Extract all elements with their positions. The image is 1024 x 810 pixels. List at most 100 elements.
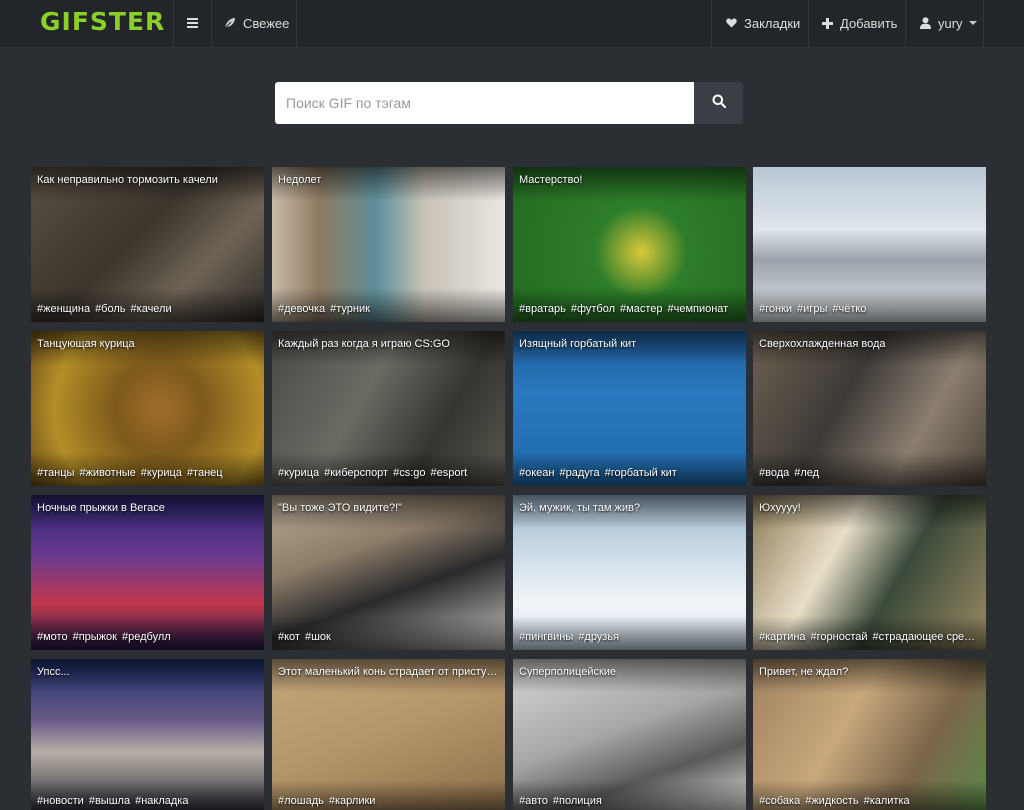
gif-title: Этот маленький конь страдает от приступо… bbox=[278, 666, 499, 678]
tag-link[interactable]: #качели bbox=[131, 303, 172, 315]
tag-link[interactable]: #футбол bbox=[571, 303, 615, 315]
tag-link[interactable]: #горностай bbox=[811, 631, 868, 643]
tag-link[interactable]: #турник bbox=[330, 303, 370, 315]
tag-link[interactable]: #пингвины bbox=[519, 631, 573, 643]
gif-card[interactable]: Изящный горбатый кит #океан #радуга #горба… bbox=[513, 331, 746, 486]
tag-link[interactable]: #кот bbox=[278, 631, 300, 643]
tag-link[interactable]: #вода bbox=[759, 467, 789, 479]
tag-link[interactable]: #картина bbox=[759, 631, 806, 643]
tag-link[interactable]: #курица bbox=[278, 467, 319, 479]
tag-link[interactable]: #вратарь bbox=[519, 303, 566, 315]
gif-title: Эй, мужик, ты там жив? bbox=[519, 502, 641, 514]
nav-bookmarks-link[interactable]: Закладки bbox=[711, 0, 809, 46]
gif-title: Суперполицейские bbox=[519, 666, 617, 678]
tag-link[interactable]: #лошадь bbox=[278, 795, 324, 807]
search-button[interactable] bbox=[694, 82, 743, 124]
tag-link[interactable]: #океан bbox=[519, 467, 554, 479]
gif-card[interactable]: Упсс... #новости #вышла #накладка bbox=[31, 659, 264, 810]
gif-tags: #лошадь #карлики bbox=[278, 795, 499, 807]
gif-card[interactable]: Как неправильно тормозить качели #женщин… bbox=[31, 167, 264, 322]
tag-link[interactable]: #жидкость bbox=[805, 795, 858, 807]
gif-card[interactable]: "Вы тоже ЭТО видите?!" #кот #шок bbox=[272, 495, 505, 650]
tag-link[interactable]: #гонки bbox=[759, 303, 792, 315]
gif-tags: #вода #лед bbox=[759, 467, 980, 479]
tag-link[interactable]: #страдающее средневековье bbox=[873, 631, 980, 643]
gif-card[interactable]: Мастерство! #вратарь #футбол #мастер #чемпи… bbox=[513, 167, 746, 322]
nav-add-link[interactable]: Добавить bbox=[808, 0, 906, 46]
gif-tags: #гонки #игры #чётко bbox=[759, 303, 980, 315]
user-name: yury bbox=[938, 15, 963, 31]
tag-link[interactable]: #танец bbox=[187, 467, 223, 479]
tag-link[interactable]: #калитка bbox=[864, 795, 910, 807]
tag-link[interactable]: #редбулл bbox=[122, 631, 171, 643]
tag-link[interactable]: #чётко bbox=[832, 303, 866, 315]
gif-card[interactable]: Каждый раз когда я играю CS:GO #курица #к… bbox=[272, 331, 505, 486]
tag-link[interactable]: #лед bbox=[794, 467, 819, 479]
gif-tags: #новости #вышла #накладка bbox=[37, 795, 258, 807]
gif-tags: #картина #горностай #страдающее средневеко… bbox=[759, 631, 980, 643]
tag-link[interactable]: #курица bbox=[141, 467, 182, 479]
gif-title: Упсс... bbox=[37, 666, 70, 678]
tag-link[interactable]: #чемпионат bbox=[667, 303, 728, 315]
gif-tags: #пингвины #друзья bbox=[519, 631, 740, 643]
tag-link[interactable]: #прыжок bbox=[73, 631, 117, 643]
gif-card[interactable]: Юхуууу! #картина #горностай #страдающее ср… bbox=[753, 495, 986, 650]
tag-link[interactable]: #животные bbox=[79, 467, 135, 479]
user-menu[interactable]: yury bbox=[905, 0, 984, 46]
gif-tags: #океан #радуга #горбатый кит bbox=[519, 467, 740, 479]
tag-link[interactable]: #авто bbox=[519, 795, 548, 807]
tag-link[interactable]: #cs:go bbox=[393, 467, 425, 479]
tag-link[interactable]: #радуга bbox=[559, 467, 599, 479]
gif-title: Привет, не ждал? bbox=[759, 666, 849, 678]
gif-card[interactable]: Сверхохлажденная вода #вода #лед bbox=[753, 331, 986, 486]
tag-link[interactable]: #собака bbox=[759, 795, 800, 807]
tag-link[interactable]: #карлики bbox=[329, 795, 376, 807]
tag-link[interactable]: #танцы bbox=[37, 467, 74, 479]
gif-tags: #авто #полиция bbox=[519, 795, 740, 807]
tag-link[interactable]: #вышла bbox=[89, 795, 130, 807]
search-input[interactable] bbox=[275, 82, 694, 124]
logo[interactable]: GIFSTER bbox=[40, 7, 165, 36]
tag-link[interactable]: #боль bbox=[95, 303, 125, 315]
gif-title: Изящный горбатый кит bbox=[519, 338, 637, 350]
gif-tags: #вратарь #футбол #мастер #чемпионат bbox=[519, 303, 740, 315]
tag-link[interactable]: #друзья bbox=[578, 631, 619, 643]
tag-link[interactable]: #женщина bbox=[37, 303, 90, 315]
gif-title: Сверхохлажденная вода bbox=[759, 338, 886, 350]
gif-card[interactable]: #гонки #игры #чётко bbox=[753, 167, 986, 322]
gif-card[interactable]: Танцующая курица #танцы #животные #курица #… bbox=[31, 331, 264, 486]
gif-title: "Вы тоже ЭТО видите?!" bbox=[278, 502, 403, 514]
hamburger-icon bbox=[187, 16, 198, 31]
tag-link[interactable]: #esport bbox=[431, 467, 468, 479]
gif-title: Танцующая курица bbox=[37, 338, 135, 350]
gif-tags: #девочка #турник bbox=[278, 303, 499, 315]
gif-card[interactable]: Этот маленький конь страдает от приступо… bbox=[272, 659, 505, 810]
top-navbar: GIFSTER Свежее Закладки Добавить yury bbox=[0, 0, 1024, 46]
nav-fresh-link[interactable]: Свежее bbox=[211, 0, 297, 46]
tag-link[interactable]: #мастер bbox=[620, 303, 662, 315]
gif-title: Мастерство! bbox=[519, 174, 583, 186]
search-icon bbox=[712, 94, 726, 113]
tag-link[interactable]: #накладка bbox=[135, 795, 188, 807]
nav-fresh-label: Свежее bbox=[243, 15, 290, 31]
gif-title: Недолет bbox=[278, 174, 322, 186]
gif-title: Юхуууу! bbox=[759, 502, 801, 514]
gif-card[interactable]: Ночные прыжки в Вегасе #мото #прыжок #редб… bbox=[31, 495, 264, 650]
gif-tags: #танцы #животные #курица #танец bbox=[37, 467, 258, 479]
gif-card[interactable]: Привет, не ждал? #собака #жидкость #калитк… bbox=[753, 659, 986, 810]
gif-card[interactable]: Эй, мужик, ты там жив? #пингвины #друзья bbox=[513, 495, 746, 650]
tag-link[interactable]: #игры bbox=[797, 303, 827, 315]
tag-link[interactable]: #горбатый кит bbox=[605, 467, 677, 479]
tag-link[interactable]: #шок bbox=[305, 631, 331, 643]
tag-link[interactable]: #киберспорт bbox=[324, 467, 388, 479]
gif-card[interactable]: Недолет #девочка #турник bbox=[272, 167, 505, 322]
tag-link[interactable]: #девочка bbox=[278, 303, 325, 315]
gif-card[interactable]: Суперполицейские #авто #полиция bbox=[513, 659, 746, 810]
tag-link[interactable]: #новости bbox=[37, 795, 84, 807]
tag-link[interactable]: #полиция bbox=[553, 795, 602, 807]
gif-tags: #кот #шок bbox=[278, 631, 499, 643]
menu-button[interactable] bbox=[173, 0, 211, 46]
heart-icon bbox=[726, 18, 737, 28]
nav-bookmarks-label: Закладки bbox=[744, 15, 801, 31]
tag-link[interactable]: #мото bbox=[37, 631, 68, 643]
